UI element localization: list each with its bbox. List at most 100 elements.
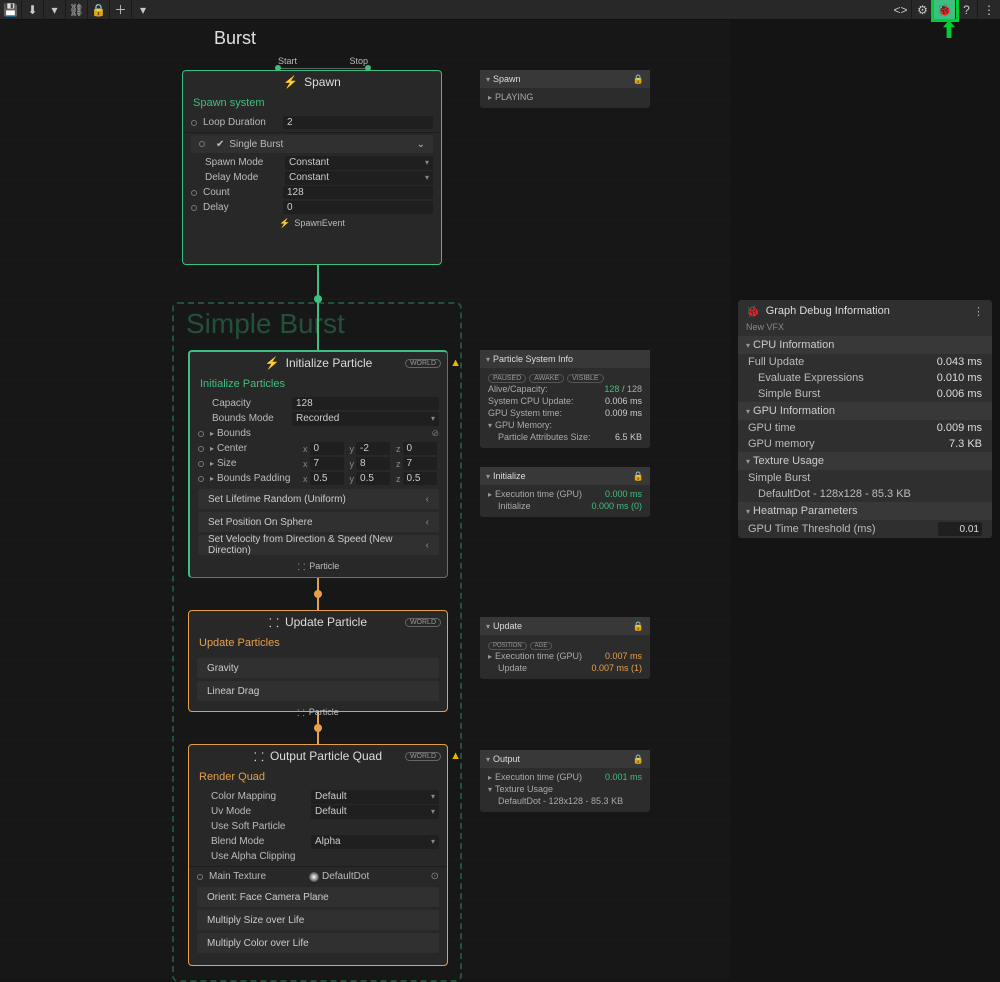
chevron-right-icon: ‹ [426, 494, 429, 505]
port-icon[interactable] [198, 431, 204, 437]
update-footer: ⸬ Particle [189, 704, 447, 720]
uv-mode-select[interactable]: Default▾ [311, 805, 439, 819]
size-label: Size [217, 458, 297, 469]
alpha-clip-row: Use Alpha Clipping [189, 849, 447, 864]
initialize-node[interactable]: ⚡ Initialize Particle WORLD ▲ Initialize… [188, 350, 448, 578]
caret-icon[interactable]: ▸ [210, 459, 214, 468]
port-icon[interactable] [198, 476, 204, 482]
chevron-down-icon[interactable]: ▾ [486, 472, 490, 481]
set-position-block[interactable]: Set Position On Sphere‹ [198, 512, 439, 532]
init-footer-label: Particle [309, 561, 339, 571]
caret-icon[interactable]: ▾ [746, 407, 750, 416]
mult-size-block[interactable]: Multiply Size over Life [197, 910, 439, 930]
size-z-input[interactable] [403, 457, 437, 470]
lineardrag-block[interactable]: Linear Drag [197, 681, 439, 701]
output-node[interactable]: ⸬ Output Particle Quad WORLD ▲ Render Qu… [188, 744, 448, 966]
loop-duration-input[interactable] [283, 116, 433, 129]
blend-select[interactable]: Alpha▾ [311, 835, 439, 849]
count-input[interactable] [283, 186, 433, 199]
info-init-title: Initialize [493, 471, 526, 481]
center-label: Center [217, 443, 297, 454]
center-row: ▸ Center x y z [190, 441, 447, 456]
save-icon[interactable]: 💾 [0, 0, 22, 19]
port-icon[interactable] [198, 461, 204, 467]
spawn-node[interactable]: ⚡ Spawn Spawn system Loop Duration ✔ Sin… [182, 70, 442, 265]
settings-icon[interactable]: ⚙ [912, 0, 934, 19]
update-header: ⸬ Update Particle WORLD [189, 611, 447, 633]
center-z-input[interactable] [403, 442, 437, 455]
alive-cap: / 128 [622, 384, 642, 394]
menu-icon[interactable]: ⋮ [973, 305, 984, 318]
update-section: Update Particles [189, 633, 447, 655]
info-update-panel: ▾Update🔒 POSITIONAGE ▸Execution time (GP… [480, 617, 650, 679]
pad-x-input[interactable] [310, 472, 344, 485]
port-icon[interactable] [191, 205, 197, 211]
check-icon: ✔ [216, 139, 224, 150]
update-footer-label: Particle [309, 707, 339, 717]
dropdown-icon[interactable]: ▾ [44, 0, 66, 19]
lock-icon[interactable]: 🔒 [88, 0, 110, 19]
full-update-label: Full Update [748, 356, 804, 368]
cpu-section-label: CPU Information [753, 339, 834, 351]
size-x-input[interactable] [310, 457, 344, 470]
uv-mode-row: Uv Mode Default▾ [189, 804, 447, 819]
port-icon[interactable] [198, 446, 204, 452]
bounds-mode-select[interactable]: Recorded▾ [292, 412, 439, 426]
caret-icon[interactable]: ▸ [210, 474, 214, 483]
color-mapping-select[interactable]: Default▾ [311, 790, 439, 804]
caret-icon[interactable]: ▸ [210, 429, 214, 438]
spawn-mode-select[interactable]: Constant▾ [285, 156, 433, 170]
port-icon[interactable] [191, 120, 197, 126]
debug-icon[interactable]: 🐞 [934, 0, 956, 19]
debug-title-label: Graph Debug Information [766, 305, 890, 317]
size-y-input[interactable] [356, 457, 390, 470]
gpumem-val: 7.3 KB [949, 438, 982, 450]
threshold-input[interactable] [938, 522, 982, 536]
timeline-start-label: Start [278, 56, 297, 66]
delay-input[interactable] [283, 201, 433, 214]
chevron-down-icon[interactable]: ▾ [486, 755, 490, 764]
set-lifetime-block[interactable]: Set Lifetime Random (Uniform)‹ [198, 489, 439, 509]
caret-icon[interactable]: ▾ [746, 457, 750, 466]
pad-y-input[interactable] [356, 472, 390, 485]
chevron-down-icon[interactable]: ▾ [486, 355, 490, 364]
add-icon[interactable]: ＋ [110, 0, 132, 19]
link-icon[interactable]: ⛓ [66, 0, 88, 19]
target-icon[interactable]: ⊙ [431, 871, 439, 882]
init-section: Initialize Particles [190, 374, 447, 396]
update-node[interactable]: ⸬ Update Particle WORLD Update Particles… [188, 610, 448, 712]
import-icon[interactable]: ⬇ [22, 0, 44, 19]
lock-icon: 🔒 [633, 621, 644, 632]
mult-color-block[interactable]: Multiply Color over Life [197, 933, 439, 953]
loop-duration-row: Loop Duration [183, 115, 441, 130]
chevron-down-icon[interactable]: ▾ [486, 75, 490, 84]
menu-icon[interactable]: ⋮ [978, 0, 1000, 19]
chevron-down-icon[interactable]: ▾ [486, 622, 490, 631]
caret-icon[interactable]: ▸ [210, 444, 214, 453]
link-spawn-init [317, 265, 319, 350]
code-icon[interactable]: <> [890, 0, 912, 19]
caret-icon[interactable]: ▾ [746, 507, 750, 516]
help-icon[interactable]: ? [956, 0, 978, 19]
set-velocity-block[interactable]: Set Velocity from Direction & Speed (New… [198, 535, 439, 555]
port-icon[interactable] [199, 141, 205, 147]
port-icon[interactable] [191, 190, 197, 196]
center-y-input[interactable] [356, 442, 390, 455]
pad-z-input[interactable] [403, 472, 437, 485]
gravity-block[interactable]: Gravity [197, 658, 439, 678]
caret-icon[interactable]: ▾ [746, 341, 750, 350]
single-burst-row[interactable]: ✔ Single Burst ⌄ [191, 135, 433, 153]
bounds-mode-label: Bounds Mode [212, 413, 292, 424]
cpu-label: System CPU Update: [488, 396, 574, 406]
timeline-stop-label: Stop [349, 56, 368, 66]
delay-mode-select[interactable]: Constant▾ [285, 171, 433, 185]
port-icon[interactable] [197, 874, 203, 880]
sb-label: Simple Burst [748, 388, 820, 400]
droparrow-icon[interactable]: ▾ [132, 0, 154, 19]
capacity-input[interactable] [292, 397, 439, 410]
delay-mode-row: Delay Mode Constant▾ [183, 170, 441, 185]
center-x-input[interactable] [310, 442, 344, 455]
init-exec-val: 0.000 ms [605, 489, 642, 499]
graph-canvas[interactable]: Burst Start Stop Simple Burst ⚡ Spawn Sp… [0, 20, 730, 979]
orient-block[interactable]: Orient: Face Camera Plane [197, 887, 439, 907]
